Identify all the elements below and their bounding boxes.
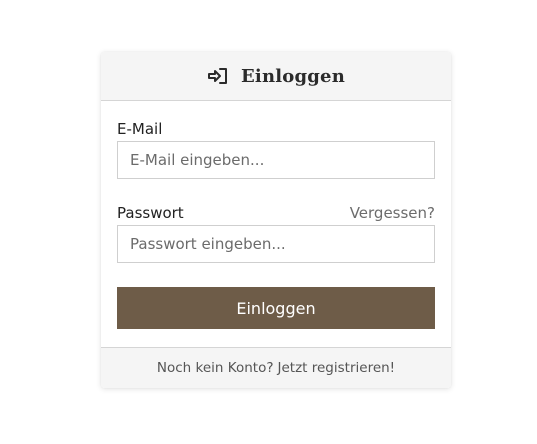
- email-group: E-Mail: [117, 120, 435, 179]
- password-label: Passwort: [117, 204, 184, 222]
- forgot-password-link[interactable]: Vergessen?: [350, 204, 435, 222]
- login-form: E-Mail Passwort Vergessen? Einloggen: [101, 101, 451, 329]
- email-label: E-Mail: [117, 120, 163, 138]
- login-icon: [207, 67, 229, 85]
- email-field[interactable]: [117, 141, 435, 179]
- register-link[interactable]: Jetzt registrieren!: [278, 360, 396, 376]
- card-footer: Noch kein Konto? Jetzt registrieren!: [101, 347, 451, 388]
- no-account-text: Noch kein Konto?: [156, 360, 274, 376]
- login-card: Einloggen E-Mail Passwort Vergessen? Ein…: [101, 52, 451, 388]
- password-label-row: Passwort Vergessen?: [117, 204, 435, 222]
- password-group: Passwort Vergessen?: [117, 204, 435, 263]
- login-button[interactable]: Einloggen: [117, 287, 435, 329]
- page-title: Einloggen: [241, 65, 345, 87]
- password-field[interactable]: [117, 225, 435, 263]
- card-header: Einloggen: [101, 52, 451, 101]
